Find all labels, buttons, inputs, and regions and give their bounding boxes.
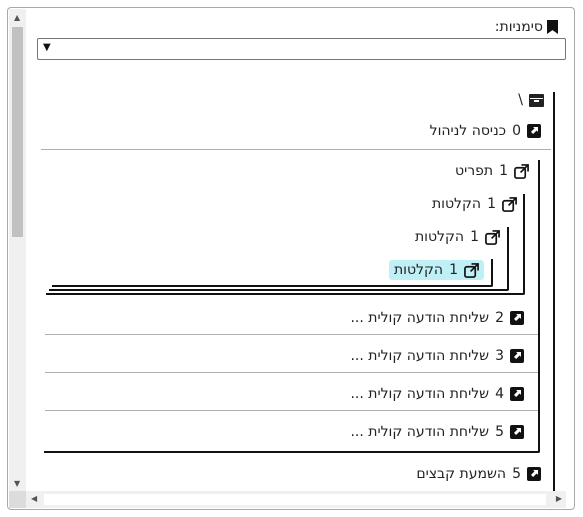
divider <box>45 372 538 373</box>
divider <box>45 410 538 411</box>
tree-item-recordings-3-selected[interactable]: 1 הקלטות <box>388 260 484 280</box>
divider <box>41 149 551 150</box>
external-link-icon <box>485 229 500 245</box>
external-square-icon <box>527 467 541 481</box>
tree-item-play-files[interactable]: 5 השמעת קבצים <box>416 466 541 482</box>
scroll-up-icon[interactable]: ▲ <box>14 13 20 22</box>
item-label: כניסה לניהול <box>429 123 507 139</box>
item-number: 0 <box>512 123 521 139</box>
item-label: שליחת הודעה קולית ... <box>350 310 490 326</box>
tree-item-recordings-2[interactable]: 1 הקלטות <box>415 229 500 245</box>
bookmarks-label: סימניות: <box>494 19 543 35</box>
external-link-icon <box>464 262 479 278</box>
external-link-icon <box>514 163 529 179</box>
bookmark-icon <box>547 20 558 34</box>
tree-item-voice-5[interactable]: 5 שליחת הודעה קולית ... <box>350 424 524 440</box>
scroll-left-icon[interactable]: ◀ <box>31 494 37 503</box>
scrollbar-corner <box>9 491 26 508</box>
item-number: 1 <box>449 262 458 278</box>
item-label: הקלטות <box>431 196 482 212</box>
item-label: הקלטות <box>393 262 444 278</box>
item-label: השמעת קבצים <box>416 466 507 482</box>
tree-item-login[interactable]: 0 כניסה לניהול <box>430 123 541 139</box>
item-number: 4 <box>495 386 504 402</box>
item-number: 1 <box>487 196 496 212</box>
external-square-icon <box>527 124 541 138</box>
archive-icon <box>529 93 544 107</box>
bookmarks-header: סימניות: <box>495 19 558 35</box>
chevron-down-icon: ▼ <box>43 42 51 53</box>
divider <box>45 334 538 335</box>
external-square-icon <box>510 349 524 363</box>
scrollbar-thumb[interactable] <box>12 27 23 237</box>
horizontal-scrollbar[interactable]: ◀ ▶ <box>26 491 566 508</box>
root-label: \ <box>518 92 523 108</box>
item-label: הקלטות <box>414 229 465 245</box>
external-square-icon <box>510 311 524 325</box>
tree-item-voice-4[interactable]: 4 שליחת הודעה קולית ... <box>350 386 524 402</box>
scrollbar-thumb[interactable] <box>44 494 546 505</box>
tree-item-menu[interactable]: 1 תפריט <box>455 163 529 179</box>
tree-item-voice-3[interactable]: 3 שליחת הודעה קולית ... <box>350 348 524 364</box>
bookmarks-panel: סימניות: ▼ \ 0 כניסה לניהול 1 תפריט 1 הק… <box>7 7 575 510</box>
item-label: שליחת הודעה קולית ... <box>350 386 490 402</box>
item-label: שליחת הודעה קולית ... <box>350 424 490 440</box>
item-label: תפריט <box>455 163 494 179</box>
tree-root[interactable]: \ <box>518 92 544 108</box>
tree-item-recordings-1[interactable]: 1 הקלטות <box>432 196 517 212</box>
tree-guide-line <box>553 92 555 505</box>
item-label: שליחת הודעה קולית ... <box>350 348 490 364</box>
scroll-down-icon[interactable]: ▼ <box>14 479 20 488</box>
item-number: 1 <box>499 163 508 179</box>
vertical-scrollbar[interactable]: ▲ ▼ <box>9 9 26 491</box>
item-number: 1 <box>470 229 479 245</box>
item-number: 5 <box>495 424 504 440</box>
external-square-icon <box>510 387 524 401</box>
external-square-icon <box>510 425 524 439</box>
item-number: 3 <box>495 348 504 364</box>
item-number: 5 <box>512 466 521 482</box>
external-link-icon <box>502 196 517 212</box>
scroll-right-icon[interactable]: ▶ <box>556 494 562 503</box>
item-number: 2 <box>495 310 504 326</box>
bookmarks-select[interactable]: ▼ <box>37 38 566 60</box>
tree-item-voice-2[interactable]: 2 שליחת הודעה קולית ... <box>350 310 524 326</box>
